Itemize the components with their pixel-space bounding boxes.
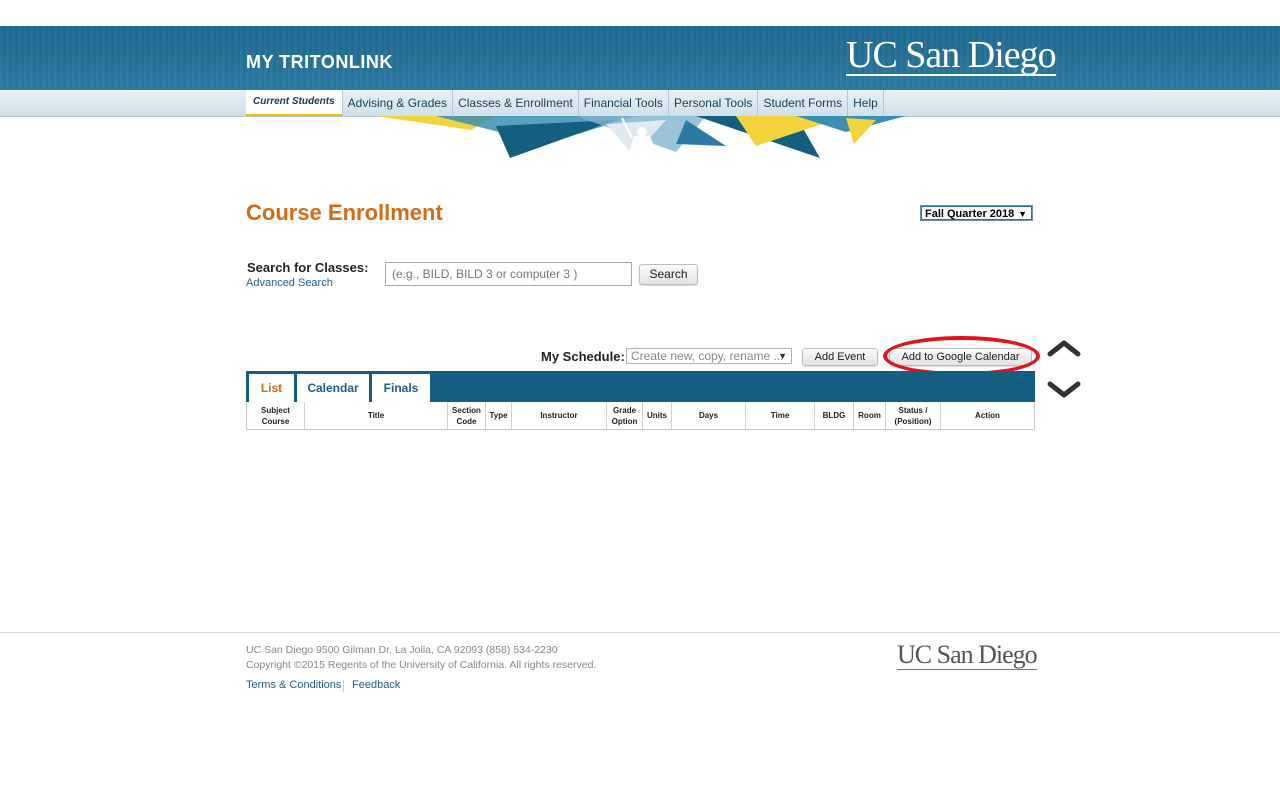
column-header[interactable]: Title bbox=[305, 402, 448, 429]
nav-item-current-students[interactable]: Current Students bbox=[246, 90, 343, 116]
triangle-down-icon: ▼ bbox=[1018, 209, 1027, 219]
footer-divider bbox=[0, 632, 1280, 633]
nav-item-advising-grades[interactable]: Advising & Grades bbox=[343, 90, 454, 116]
tab-finals[interactable]: Finals bbox=[372, 374, 430, 402]
page-title: Course Enrollment bbox=[246, 200, 443, 225]
site-brand[interactable]: MY TRITONLINK bbox=[246, 52, 393, 73]
my-schedule-label: My Schedule: bbox=[541, 349, 625, 364]
triangle-down-icon: ▼ bbox=[778, 351, 787, 361]
column-header[interactable]: Time bbox=[746, 402, 815, 429]
nav-item-classes-enrollment[interactable]: Classes & Enrollment bbox=[453, 90, 579, 116]
column-header[interactable]: Action bbox=[941, 402, 1034, 429]
search-label: Search for Classes: bbox=[247, 260, 369, 275]
nav-item-student-forms[interactable]: Student Forms bbox=[758, 90, 849, 116]
column-header[interactable]: Status / (Position) bbox=[886, 402, 941, 429]
column-header[interactable]: Days bbox=[672, 402, 746, 429]
column-header[interactable]: Type bbox=[486, 402, 512, 429]
terms-conditions-link[interactable]: Terms & Conditions bbox=[246, 679, 341, 691]
column-header[interactable]: Subject Course bbox=[247, 402, 305, 429]
column-header[interactable]: BLDG bbox=[815, 402, 854, 429]
ucsd-logo[interactable]: UC San Diego bbox=[846, 36, 1057, 76]
term-select-value: Fall Quarter 2018 bbox=[925, 208, 1015, 220]
footer-copyright: Copyright ©2015 Regents of the Universit… bbox=[246, 659, 597, 671]
term-select[interactable]: Fall Quarter 2018 ▼ bbox=[920, 205, 1033, 221]
schedule-tabs-bar: List Calendar Finals bbox=[246, 371, 1035, 402]
triton-banner-graphic bbox=[376, 116, 906, 158]
nav-item-help[interactable]: Help bbox=[848, 90, 884, 116]
feedback-link[interactable]: Feedback bbox=[352, 679, 400, 691]
schedule-select[interactable]: Create new, copy, rename ... ▼ bbox=[626, 348, 792, 364]
footer-address: UC San Diego 9500 Gilman Dr. La Jolla, C… bbox=[246, 644, 558, 656]
column-header[interactable]: Instructor bbox=[512, 402, 607, 429]
tab-list[interactable]: List bbox=[249, 374, 294, 402]
schedule-select-placeholder: Create new, copy, rename ... bbox=[631, 349, 784, 363]
main-nav: Current Students Advising & Grades Class… bbox=[246, 90, 884, 116]
header-bar bbox=[0, 26, 1280, 90]
chevron-down-icon[interactable] bbox=[1047, 380, 1081, 400]
add-to-google-calendar-button[interactable]: Add to Google Calendar bbox=[889, 348, 1032, 366]
footer-link-separator bbox=[343, 680, 344, 692]
enrollment-table-header: Subject Course Title Section Code Type Ins… bbox=[246, 402, 1035, 430]
nav-item-personal-tools[interactable]: Personal Tools bbox=[669, 90, 759, 116]
nav-item-financial-tools[interactable]: Financial Tools bbox=[579, 90, 669, 116]
tab-calendar[interactable]: Calendar bbox=[297, 374, 369, 402]
column-header[interactable]: Room bbox=[854, 402, 886, 429]
column-header[interactable]: Units bbox=[643, 402, 672, 429]
add-event-button[interactable]: Add Event bbox=[802, 348, 878, 366]
advanced-search-link[interactable]: Advanced Search bbox=[246, 277, 333, 289]
column-header[interactable]: Section Code bbox=[448, 402, 486, 429]
class-search-input[interactable]: (e.g., BILD, BILD 3 or computer 3 ) bbox=[385, 262, 632, 286]
column-header[interactable]: Grade Option bbox=[607, 402, 643, 429]
footer-ucsd-logo[interactable]: UC San Diego bbox=[897, 642, 1038, 670]
chevron-up-icon[interactable] bbox=[1047, 338, 1081, 358]
search-button[interactable]: Search bbox=[639, 264, 698, 285]
